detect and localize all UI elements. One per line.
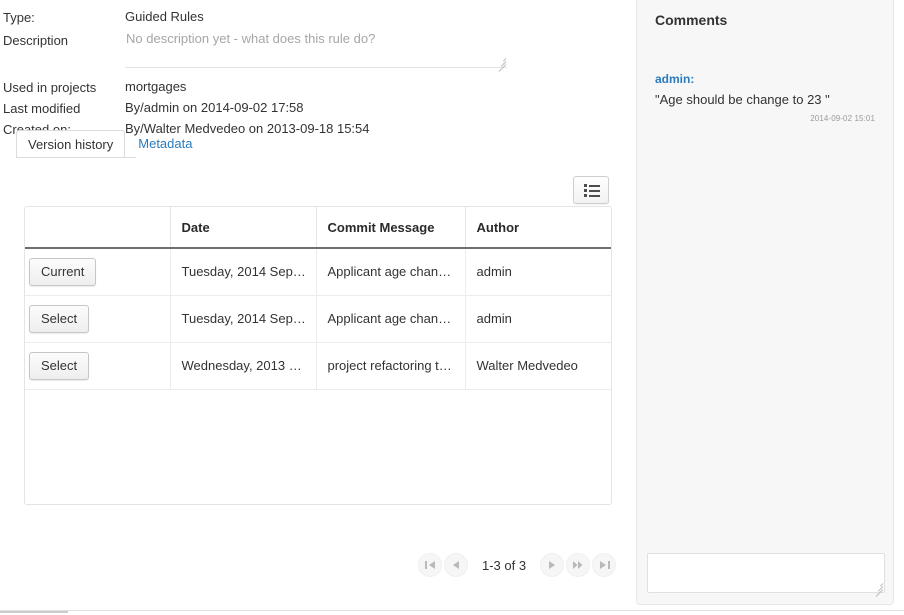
type-value: Guided Rules [125, 7, 618, 26]
comment-timestamp: 2014-09-02 15:01 [655, 114, 875, 123]
cell-commit-message: project refactoring t… [316, 342, 465, 389]
tab-version-history[interactable]: Version history [16, 130, 125, 158]
cell-date: Tuesday, 2014 Sep… [170, 248, 316, 295]
pagination-controls: 1-3 of 3 [418, 553, 616, 577]
table-header-row: Date Commit Message Author [25, 207, 612, 248]
cell-commit-message: Applicant age chan… [316, 248, 465, 295]
metadata-row-type: Type: Guided Rules [3, 7, 618, 28]
metadata-spacer [3, 68, 618, 77]
fast-forward-icon[interactable] [566, 553, 590, 577]
description-label: Description [3, 30, 125, 50]
comment-text: "Age should be change to 23 " [655, 92, 875, 108]
table-header: Date Commit Message Author [25, 207, 612, 248]
used-in-projects-label: Used in projects [3, 77, 125, 97]
resize-handle-icon [495, 55, 506, 66]
version-history-screen: Type: Guided Rules Description No descri… [0, 0, 904, 615]
asset-tabs: Version history Metadata [16, 130, 203, 158]
table-row: Select Tuesday, 2014 Sep… Applicant age … [25, 295, 612, 342]
pagination-label: 1-3 of 3 [470, 558, 538, 573]
last-modified-value: By/admin on 2014-09-02 17:58 [125, 98, 618, 117]
column-header-author[interactable]: Author [465, 207, 612, 248]
comment-item: admin: "Age should be change to 23 " 201… [655, 72, 875, 123]
asset-metadata-grid: Type: Guided Rules Description No descri… [3, 7, 618, 140]
used-in-projects-value: mortgages [125, 77, 618, 96]
metadata-row-used-in-projects: Used in projects mortgages [3, 77, 618, 98]
cell-date: Tuesday, 2014 Sep… [170, 295, 316, 342]
first-page-icon[interactable] [418, 553, 442, 577]
columns-toggle-button[interactable] [573, 176, 609, 204]
comment-input-wrapper [647, 553, 885, 593]
cell-author: admin [465, 248, 612, 295]
comment-input[interactable] [647, 553, 885, 593]
cell-author: Walter Medvedeo [465, 342, 612, 389]
column-header-select[interactable] [25, 207, 170, 248]
version-select-button[interactable]: Select [29, 305, 89, 333]
table-row: Select Wednesday, 2013 … project refacto… [25, 342, 612, 389]
metadata-row-description: Description No description yet - what do… [3, 30, 618, 68]
last-page-icon[interactable] [592, 553, 616, 577]
table-row: Current Tuesday, 2014 Sep… Applicant age… [25, 248, 612, 295]
table-body: Current Tuesday, 2014 Sep… Applicant age… [25, 248, 612, 389]
version-history-table-panel: Date Commit Message Author Current Tuesd… [24, 206, 612, 505]
version-history-table: Date Commit Message Author Current Tuesd… [25, 207, 612, 390]
cell-date: Wednesday, 2013 … [170, 342, 316, 389]
column-header-date[interactable]: Date [170, 207, 316, 248]
asset-details-pane: Type: Guided Rules Description No descri… [0, 0, 630, 605]
cell-author: admin [465, 295, 612, 342]
tab-underline [16, 157, 136, 158]
last-modified-label: Last modified [3, 98, 125, 118]
description-placeholder: No description yet - what does this rule… [125, 30, 507, 47]
description-textarea[interactable]: No description yet - what does this rule… [125, 30, 507, 68]
footer-divider [0, 610, 904, 611]
tab-metadata[interactable]: Metadata [125, 130, 203, 158]
previous-page-icon[interactable] [444, 553, 468, 577]
cell-commit-message: Applicant age chan… [316, 295, 465, 342]
comments-title: Comments [655, 12, 727, 28]
column-header-commit-message[interactable]: Commit Message [316, 207, 465, 248]
comment-author: admin: [655, 72, 875, 86]
version-select-button[interactable]: Select [29, 352, 89, 380]
list-columns-icon [584, 185, 600, 197]
next-page-icon[interactable] [540, 553, 564, 577]
metadata-row-last-modified: Last modified By/admin on 2014-09-02 17:… [3, 98, 618, 119]
version-current-button[interactable]: Current [29, 258, 96, 286]
type-label: Type: [3, 7, 125, 27]
footer-tab-stub [0, 607, 68, 613]
comments-panel: Comments admin: "Age should be change to… [636, 0, 894, 605]
